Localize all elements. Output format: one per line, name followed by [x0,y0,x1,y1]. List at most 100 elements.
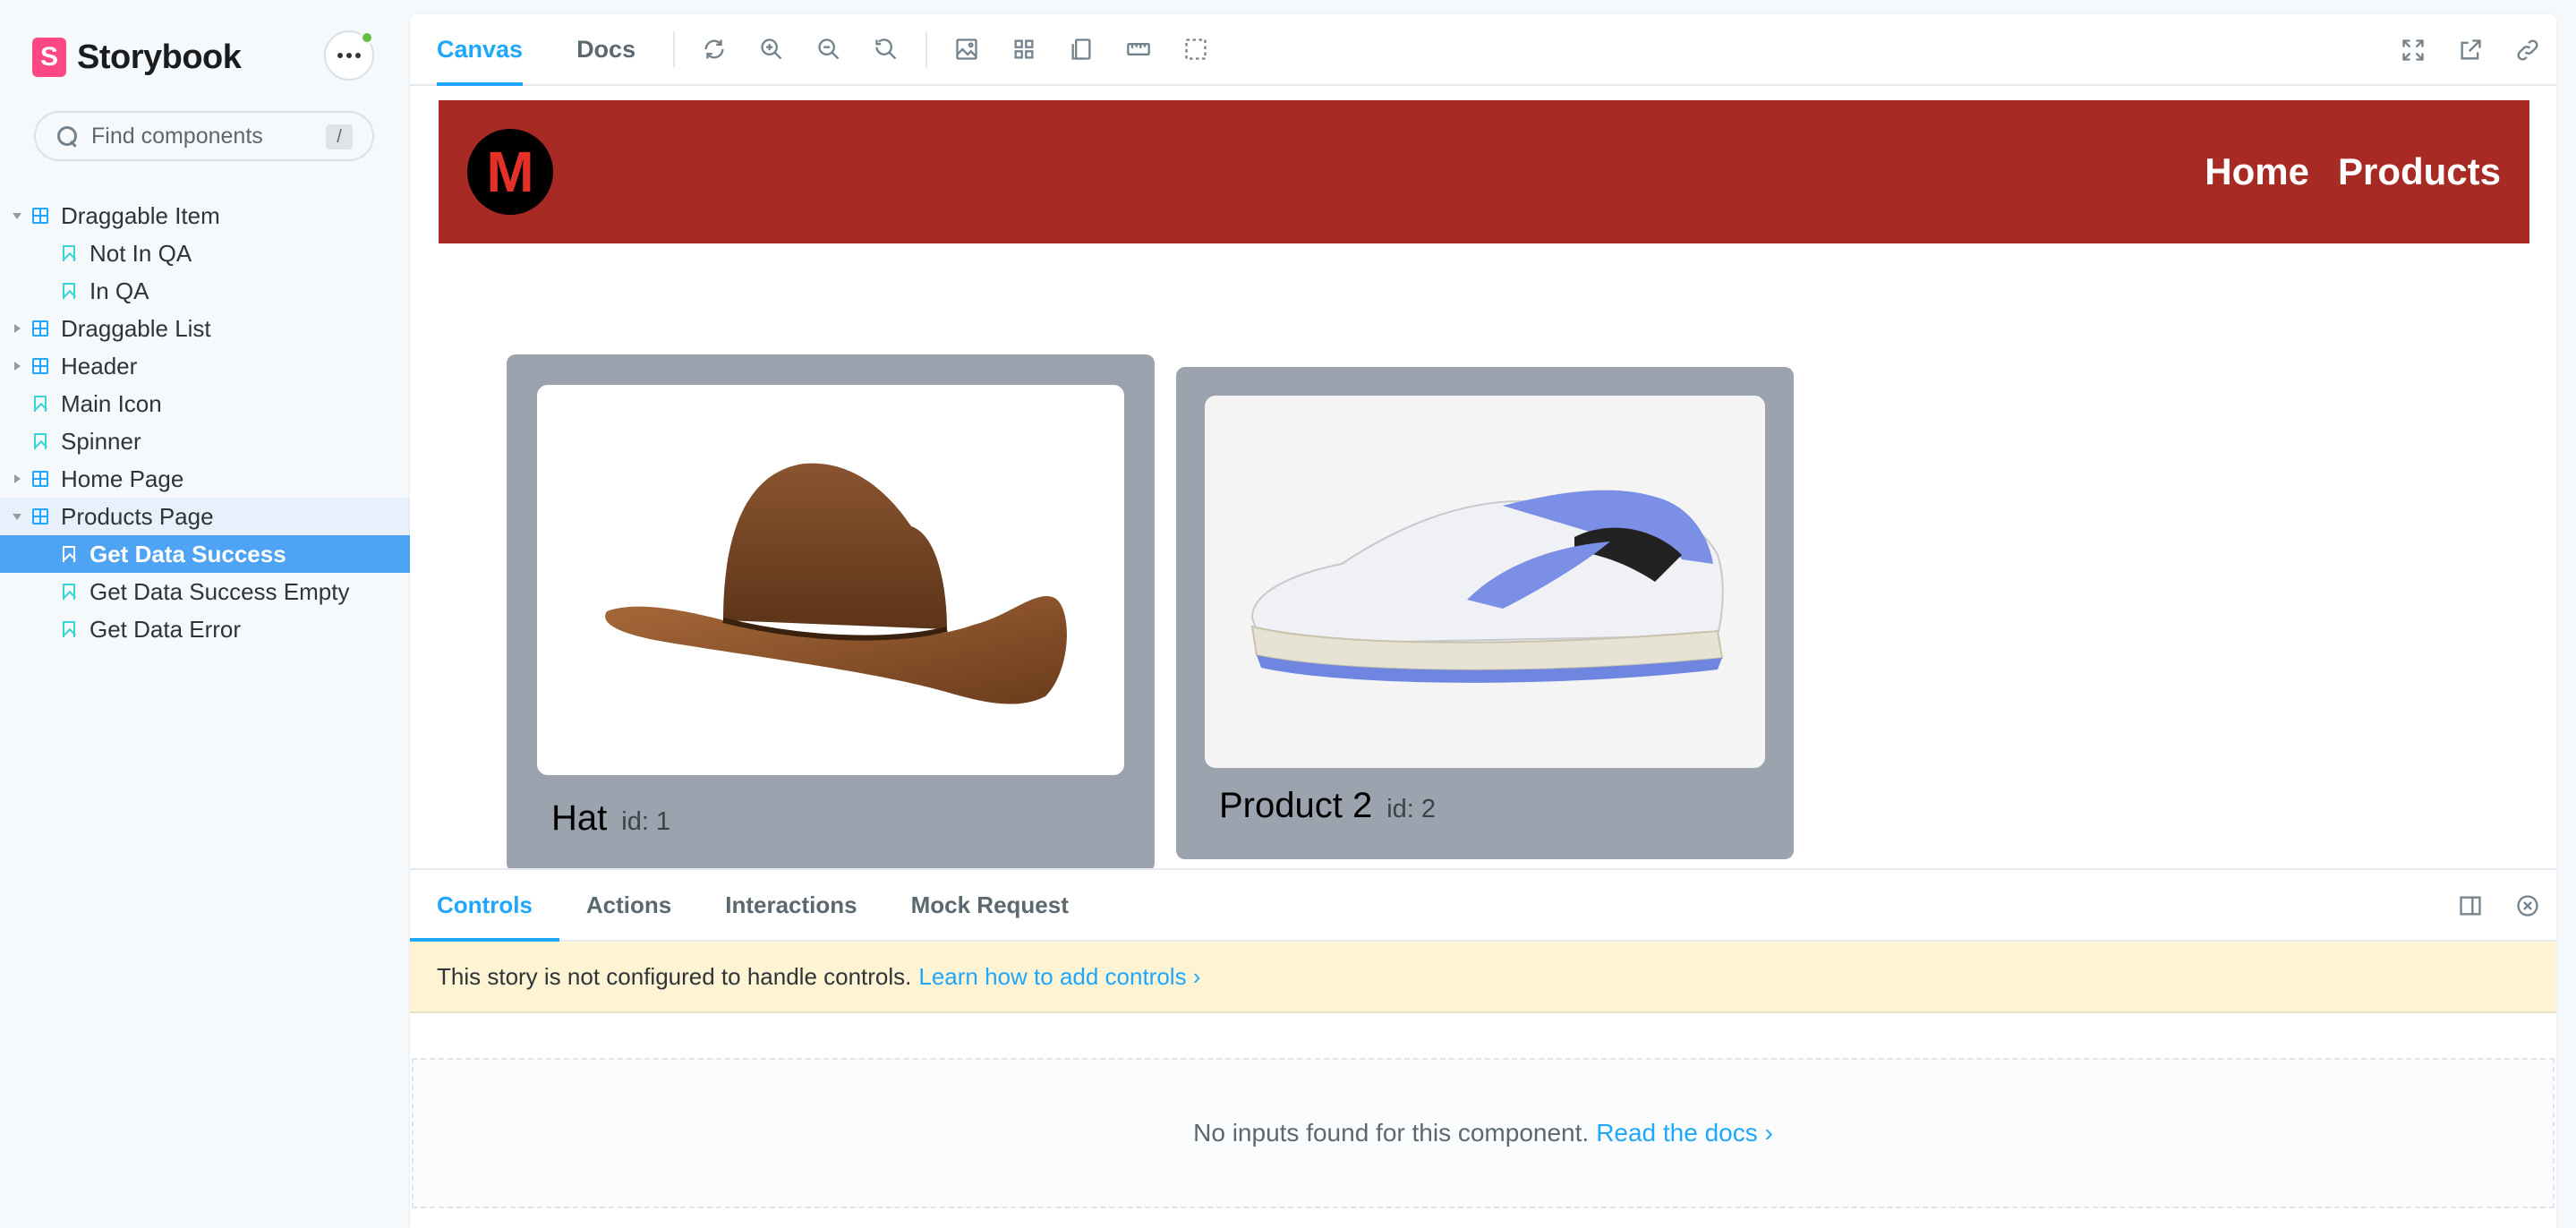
bookmark-icon [63,283,75,299]
tab-interactions[interactable]: Interactions [698,869,883,941]
toolbar-divider [925,31,928,67]
grid-icon[interactable] [995,14,1053,85]
zoom-in-icon[interactable] [743,14,800,85]
empty-text: No inputs found for this component. [1193,1119,1590,1147]
copy-link-icon[interactable] [2499,14,2556,86]
tree-item-label: Header [61,352,138,379]
tree-item-header[interactable]: Header [0,347,410,385]
tree-item-label: Not In QA [90,239,192,267]
bookmark-icon [63,584,75,600]
tree-item-label: Get Data Error [90,615,242,643]
caret-down-icon[interactable] [13,213,21,219]
sidebar-menu-button[interactable] [324,30,374,81]
background-icon[interactable] [938,14,995,85]
app-nav: Home Products [2205,100,2501,243]
bookmark-icon [34,433,47,449]
tree-item-spinner[interactable]: Spinner [0,422,410,460]
outline-icon[interactable] [1167,14,1224,85]
nav-link-home[interactable]: Home [2205,150,2309,193]
caret-right-icon[interactable] [14,362,21,371]
tree-item-home-page[interactable]: Home Page [0,460,410,498]
caret-down-icon[interactable] [13,514,21,520]
tree-item-not-in-qa[interactable]: Not In QA [0,235,410,272]
main-panel: Canvas Docs M Home Products Hat id: 1 Pr… [410,14,2556,1228]
tree-item-get-data-error[interactable]: Get Data Error [0,610,410,648]
product-id: id: 2 [1386,795,1437,823]
product-name: Product 2 id: 2 [1219,786,1436,826]
panel-orientation-icon[interactable] [2442,870,2499,942]
measure-icon[interactable] [1110,14,1167,85]
ellipsis-icon [337,53,361,58]
component-icon [32,320,48,337]
tab-mock-request[interactable]: Mock Request [884,869,1096,941]
product-title: Hat [551,798,608,838]
product-card[interactable]: Product 2 id: 2 [1176,367,1794,859]
tree-item-get-data-success[interactable]: Get Data Success [0,535,410,573]
notification-dot [360,30,374,45]
toolbar-right-group [2384,14,2556,86]
zoom-reset-icon[interactable] [857,14,915,85]
addon-actions [2442,870,2556,942]
nav-link-products[interactable]: Products [2338,150,2501,193]
tree-item-draggable-item[interactable]: Draggable Item [0,197,410,235]
search-input[interactable] [91,123,324,149]
cowboy-hat-image [605,463,1067,704]
no-inputs-message: No inputs found for this component. Read… [412,1058,2555,1208]
app-logo-icon[interactable]: M [467,129,553,215]
tab-canvas[interactable]: Canvas [410,14,550,86]
tree-item-draggable-list[interactable]: Draggable List [0,310,410,347]
tree-item-label: Draggable Item [61,201,220,229]
tab-actions[interactable]: Actions [559,869,698,941]
controls-warning: This story is not configured to handle c… [410,942,2556,1013]
search-box[interactable]: / [34,111,374,161]
addons-panel: Controls Actions Interactions Mock Reque… [410,868,2556,1228]
product-name: Hat id: 1 [551,798,670,839]
tab-docs[interactable]: Docs [550,14,662,85]
zoom-out-icon[interactable] [800,14,857,85]
caret-right-icon[interactable] [14,324,21,333]
bookmark-icon [63,546,75,562]
close-panel-icon[interactable] [2499,870,2556,942]
search-icon [55,124,79,148]
fullscreen-icon[interactable] [2384,14,2442,86]
toolbar: Canvas Docs [410,14,2556,86]
tree-item-products-page[interactable]: Products Page [0,498,410,535]
component-icon [32,358,48,374]
read-docs-link[interactable]: Read the docs › [1596,1119,1773,1147]
tree-item-get-data-success-empty[interactable]: Get Data Success Empty [0,573,410,610]
tree-item-label: Draggable List [61,314,211,342]
learn-controls-link[interactable]: Learn how to add controls › [918,963,1200,991]
open-new-tab-icon[interactable] [2442,14,2499,86]
warning-text: This story is not configured to handle c… [437,962,912,990]
product-card[interactable]: Hat id: 1 [507,354,1155,868]
tree-item-label: In QA [90,277,149,304]
tree-item-main-icon[interactable]: Main Icon [0,385,410,422]
storybook-brand[interactable]: S Storybook [32,36,242,79]
storybook-logo-icon: S [32,38,66,77]
addon-tabs: Controls Actions Interactions Mock Reque… [410,870,2556,942]
story-canvas: M Home Products Hat id: 1 Product 2 id: … [410,86,2556,868]
sidebar: S Storybook / Draggable Item Not In QA I… [0,0,410,1228]
reload-icon[interactable] [686,14,743,85]
tree-item-label: Get Data Success Empty [90,577,350,605]
viewport-icon[interactable] [1053,14,1110,85]
tree-item-in-qa[interactable]: In QA [0,272,410,310]
bookmark-icon [34,396,47,412]
toolbar-divider [673,31,676,67]
tree-item-label: Home Page [61,465,184,492]
component-icon [32,208,48,224]
product-image [1205,396,1765,768]
caret-right-icon[interactable] [14,474,21,483]
tree-item-label: Get Data Success [90,540,286,567]
tree-item-label: Main Icon [61,389,162,417]
brand-name: Storybook [77,38,242,76]
bookmark-icon [63,621,75,637]
component-icon [32,508,48,524]
sneaker-image [1250,490,1724,683]
component-icon [32,471,48,487]
product-title: Product 2 [1219,786,1373,825]
search-shortcut-badge: / [326,124,353,149]
tree-item-label: Spinner [61,427,141,455]
tab-controls[interactable]: Controls [410,869,559,942]
bookmark-icon [63,245,75,261]
